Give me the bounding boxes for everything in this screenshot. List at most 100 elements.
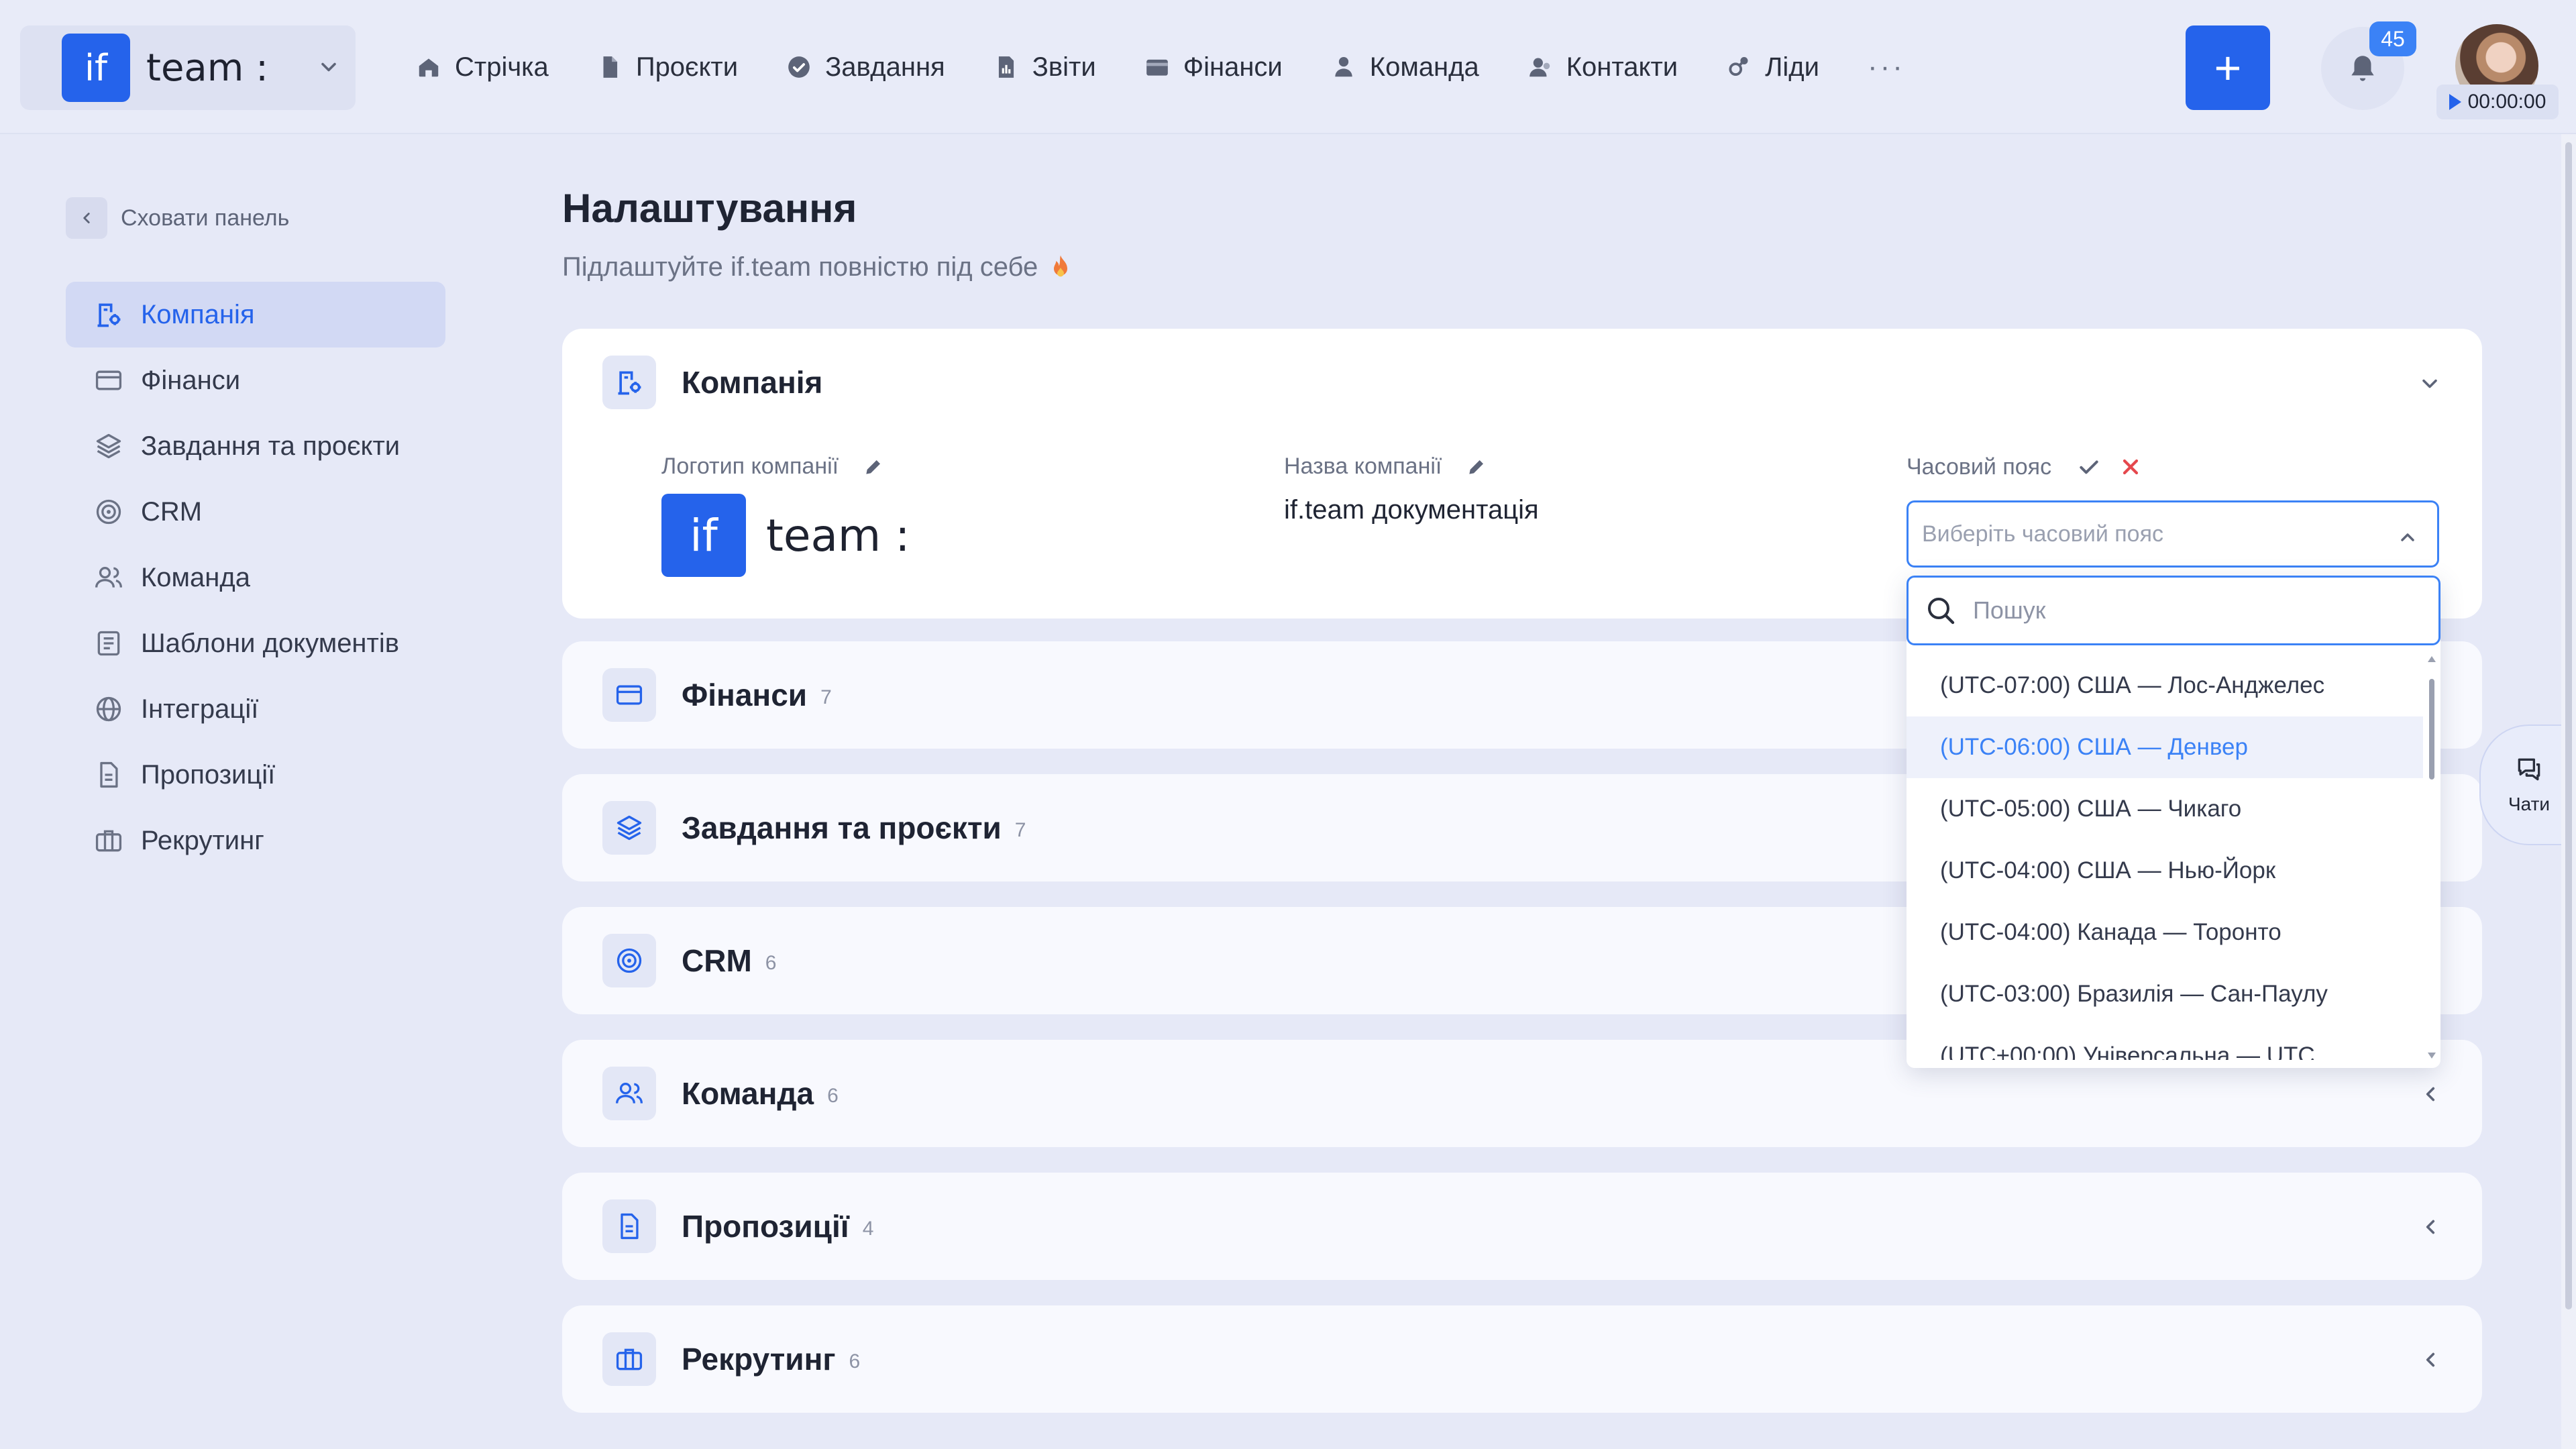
timezone-option[interactable]: (UTC-04:00) США — Нью-Йорк (1907, 840, 2423, 902)
report-icon (994, 54, 1019, 80)
nav-item-feed[interactable]: Стрічка (416, 40, 549, 94)
timezone-select[interactable]: Виберіть часовий пояс (1907, 500, 2439, 568)
card-icon (94, 366, 123, 395)
scroll-up-arrow-icon[interactable] (2428, 656, 2436, 662)
create-button[interactable]: + (2186, 25, 2270, 110)
notification-count-badge: 45 (2369, 21, 2416, 56)
company-logo-mark: if (661, 494, 746, 577)
scrollbar-thumb[interactable] (2565, 142, 2572, 1309)
home-icon (416, 54, 441, 80)
nav-item-leads[interactable]: Ліди (1726, 40, 1819, 94)
nav-item-label: Звіти (1032, 52, 1096, 82)
workspace-switcher[interactable]: if team : (20, 25, 356, 110)
card-icon (602, 668, 656, 722)
card-count: 4 (862, 1218, 874, 1240)
nav-item-team[interactable]: Команда (1331, 40, 1479, 94)
company-settings-icon (602, 356, 656, 409)
pencil-icon[interactable] (1466, 456, 1487, 478)
wallet-icon (1144, 54, 1170, 80)
sidebar-item-recruiting[interactable]: Рекрутинг (66, 808, 445, 873)
nav-item-finance[interactable]: Фінанси (1144, 40, 1283, 94)
brand-name: team : (146, 46, 268, 90)
chevron-down-icon[interactable] (2418, 372, 2442, 396)
chevron-left-icon (2419, 1216, 2442, 1238)
company-logo-label: Логотип компанії (661, 453, 884, 480)
nav-item-contacts[interactable]: Контакти (1527, 40, 1678, 94)
nav-item-label: Команда (1369, 52, 1479, 82)
cancel-x-icon[interactable] (2118, 455, 2143, 479)
timezone-options-list: (UTC-07:00) США — Лос-Анджелес (UTC-06:0… (1907, 655, 2423, 1060)
top-bar: if team : Стрічка Проєкти Завдання Звіти… (0, 0, 2576, 134)
sidebar-item-tasks-projects[interactable]: Завдання та проєкти (66, 413, 445, 479)
card-count: 6 (849, 1350, 861, 1373)
settings-sidebar: Сховати панель Компанія Фінанси Завдання… (0, 136, 511, 1449)
document-icon (602, 1199, 656, 1253)
card-title: Завдання та проєкти (682, 810, 1002, 845)
timezone-option[interactable]: (UTC-04:00) Канада — Торонто (1907, 902, 2423, 963)
sidebar-item-finance[interactable]: Фінанси (66, 347, 445, 413)
timezone-search (1907, 576, 2440, 645)
sidebar-item-label: Інтеграції (141, 694, 259, 724)
pencil-icon[interactable] (863, 456, 884, 478)
team-icon (94, 563, 123, 592)
nav-more-button[interactable]: ··· (1868, 40, 1905, 94)
layers-icon (94, 431, 123, 461)
timezone-label: Часовий пояс (1907, 453, 2143, 480)
main-nav: Стрічка Проєкти Завдання Звіти Фінанси К… (416, 40, 1953, 94)
company-card-header[interactable]: Компанія (602, 356, 822, 409)
contacts-icon (1527, 54, 1553, 80)
page-subtitle-text: Підлаштуйте if.team повністю під себе (562, 252, 1038, 282)
timezone-option[interactable]: (UTC-07:00) США — Лос-Анджелес (1907, 655, 2423, 716)
sidebar-item-label: Пропозиції (141, 759, 276, 790)
sidebar-item-label: CRM (141, 496, 203, 527)
sidebar-item-label: Команда (141, 562, 250, 592)
card-header: Пропозиції 4 (602, 1199, 873, 1253)
sidebar-item-label: Рекрутинг (141, 825, 264, 855)
page-scrollbar[interactable] (2561, 134, 2576, 1449)
timer-value: 00:00:00 (2467, 91, 2546, 113)
company-settings-icon (94, 300, 123, 329)
page-subtitle: Підлаштуйте if.team повністю під себе (562, 252, 1074, 282)
nav-item-reports[interactable]: Звіти (994, 40, 1096, 94)
company-name-value: if.team документація (1284, 495, 1539, 525)
timezone-option[interactable]: (UTC-05:00) США — Чикаго (1907, 778, 2423, 840)
timezone-option[interactable]: (UTC+00:00) Універсальна — UTC (1907, 1025, 2423, 1060)
hide-panel-button[interactable]: Сховати панель (66, 197, 289, 239)
timezone-option[interactable]: (UTC-03:00) Бразилія — Сан-Паулу (1907, 963, 2423, 1025)
card-header: Завдання та проєкти 7 (602, 801, 1026, 855)
brand-logo-mark: if (62, 34, 130, 102)
card-count: 7 (820, 686, 832, 708)
timezone-search-input[interactable] (1973, 596, 2402, 625)
chat-icon (2514, 755, 2544, 784)
scrollbar-thumb[interactable] (2429, 679, 2434, 780)
dropdown-scrollbar[interactable] (2427, 656, 2436, 1059)
card-title: Фінанси (682, 678, 808, 712)
document-icon (94, 760, 123, 790)
sidebar-item-company[interactable]: Компанія (66, 282, 445, 347)
card-count: 6 (827, 1085, 839, 1107)
field-label-text: Назва компанії (1284, 453, 1442, 479)
card-title: Рекрутинг (682, 1342, 836, 1377)
sidebar-item-label: Компанія (141, 299, 255, 329)
sidebar-item-team[interactable]: Команда (66, 545, 445, 610)
leads-icon (1726, 54, 1752, 80)
card-title: Компанія (682, 365, 823, 400)
time-tracker[interactable]: 00:00:00 (2436, 85, 2559, 119)
sidebar-item-document-templates[interactable]: Шаблони документів (66, 610, 445, 676)
sidebar-item-proposals[interactable]: Пропозиції (66, 742, 445, 808)
section-card-proposals[interactable]: Пропозиції 4 (562, 1173, 2482, 1280)
company-logo-text: team : (766, 509, 910, 561)
confirm-check-icon[interactable] (2076, 453, 2102, 480)
card-title: CRM (682, 943, 752, 978)
nav-item-projects[interactable]: Проєкти (597, 40, 738, 94)
nav-item-tasks[interactable]: Завдання (786, 40, 945, 94)
sidebar-item-integrations[interactable]: Інтеграції (66, 676, 445, 742)
briefcase-icon (602, 1332, 656, 1386)
card-header: Команда 6 (602, 1067, 839, 1120)
section-card-recruiting[interactable]: Рекрутинг 6 (562, 1305, 2482, 1413)
sidebar-item-crm[interactable]: CRM (66, 479, 445, 545)
card-title: Команда (682, 1076, 814, 1111)
timezone-option[interactable]: (UTC-06:00) США — Денвер (1907, 716, 2423, 778)
chevron-left-icon (66, 197, 107, 239)
scroll-down-arrow-icon[interactable] (2428, 1053, 2436, 1059)
